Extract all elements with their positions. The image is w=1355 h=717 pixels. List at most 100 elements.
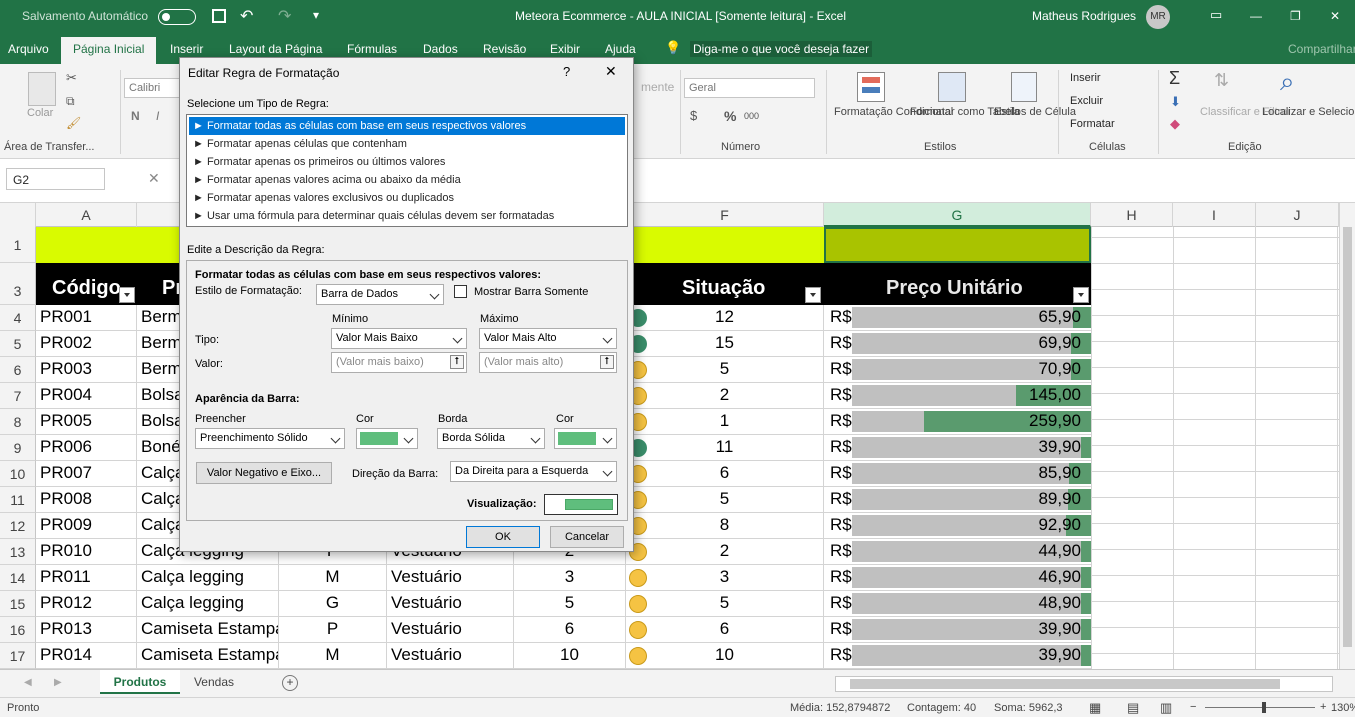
cell-situacao[interactable]: 2: [626, 539, 824, 565]
min-value-input[interactable]: (Valor mais baixo) ⭡: [331, 352, 467, 373]
cell-preco[interactable]: R$ 48,90: [824, 591, 1091, 617]
column-header-j[interactable]: J: [1256, 203, 1339, 227]
name-box[interactable]: G2: [6, 168, 105, 190]
tab-arquivo[interactable]: Arquivo: [8, 42, 49, 56]
cancel-button[interactable]: Cancelar: [550, 526, 624, 548]
page-break-view-icon[interactable]: ▥: [1160, 700, 1172, 716]
rule-type-item[interactable]: ► Formatar apenas células que contenham: [189, 135, 625, 153]
border-type-combo[interactable]: Borda Sólida: [437, 428, 545, 449]
cell-situacao[interactable]: 6: [626, 461, 824, 487]
avatar[interactable]: MR: [1146, 5, 1170, 29]
range-select-icon[interactable]: ⭡: [600, 355, 614, 369]
select-all-corner[interactable]: [0, 203, 36, 227]
sort-filter-button[interactable]: Classificar e Filtrar: [1200, 106, 1291, 118]
cell-tamanho[interactable]: G: [279, 591, 387, 617]
min-type-combo[interactable]: Valor Mais Baixo: [331, 328, 467, 349]
row-header[interactable]: 12: [0, 513, 36, 539]
format-table-icon[interactable]: [938, 72, 966, 102]
cell-situacao[interactable]: 5: [626, 487, 824, 513]
scroll-thumb[interactable]: [1343, 227, 1352, 647]
conditional-format-button[interactable]: Formatação Condicional: [834, 106, 953, 118]
row-header[interactable]: 1: [0, 227, 36, 263]
scroll-tabs-right-icon[interactable]: ▶: [54, 677, 62, 688]
format-painter-icon[interactable]: 🖌: [66, 116, 81, 130]
percent-button[interactable]: %: [724, 108, 736, 124]
cell-codigo[interactable]: PR004: [36, 383, 137, 409]
zoom-in-icon[interactable]: +: [1320, 701, 1326, 713]
close-icon[interactable]: ✕: [605, 63, 617, 80]
cell-tamanho[interactable]: P: [279, 617, 387, 643]
rule-type-list[interactable]: ► Formatar todas as células com base em …: [186, 114, 628, 227]
search-icon[interactable]: ⌕: [1280, 66, 1295, 98]
border-color-combo[interactable]: [554, 428, 617, 449]
rule-type-item[interactable]: ► Formatar todas as células com base em …: [189, 117, 625, 135]
cell-situacao[interactable]: 5: [626, 357, 824, 383]
row-header[interactable]: 15: [0, 591, 36, 617]
add-sheet-icon[interactable]: +: [282, 675, 298, 691]
cell-codigo[interactable]: PR013: [36, 617, 137, 643]
column-header-i[interactable]: I: [1173, 203, 1256, 227]
row-header[interactable]: 5: [0, 331, 36, 357]
cell-preco[interactable]: R$ 70,90: [824, 357, 1091, 383]
cell-preco[interactable]: R$ 39,90: [824, 617, 1091, 643]
h-scroll-thumb[interactable]: [850, 679, 1280, 689]
format-style-combo[interactable]: Barra de Dados: [316, 284, 444, 305]
cell-codigo[interactable]: PR002: [36, 331, 137, 357]
delete-cells-button[interactable]: Excluir: [1070, 95, 1103, 107]
share-button[interactable]: Compartilhar: [1288, 42, 1355, 56]
cell-situacao[interactable]: 11: [626, 435, 824, 461]
sheet-tab-produtos[interactable]: Produtos: [100, 670, 180, 694]
range-select-icon[interactable]: ⭡: [450, 355, 464, 369]
cell-categoria[interactable]: Vestuário: [387, 617, 514, 643]
find-select-button[interactable]: Localizar e Selecionar: [1262, 106, 1355, 118]
fill-type-combo[interactable]: Preenchimento Sólido: [195, 428, 345, 449]
normal-view-icon[interactable]: ▦: [1089, 700, 1101, 716]
undo-icon[interactable]: ↶: [240, 6, 253, 26]
cell-preco[interactable]: R$ 92,90: [824, 513, 1091, 539]
cell-produto[interactable]: Camiseta Estampa: [137, 617, 279, 643]
cell-codigo[interactable]: PR008: [36, 487, 137, 513]
cell-preco[interactable]: R$ 65,90: [824, 305, 1091, 331]
tab-formulas[interactable]: Fórmulas: [347, 42, 397, 56]
format-table-button[interactable]: Formatar como Tabela: [910, 106, 1020, 118]
row-header[interactable]: 11: [0, 487, 36, 513]
scroll-tabs-left-icon[interactable]: ◀: [24, 677, 32, 688]
autosave-toggle[interactable]: [158, 9, 196, 25]
tab-dados[interactable]: Dados: [423, 42, 458, 56]
cell-preco[interactable]: R$ 69,90: [824, 331, 1091, 357]
italic-button[interactable]: I: [156, 109, 159, 123]
insert-cells-button[interactable]: Inserir: [1070, 72, 1101, 84]
sheet-tab-vendas[interactable]: Vendas: [180, 670, 248, 694]
row-header[interactable]: 6: [0, 357, 36, 383]
tab-layout[interactable]: Layout da Página: [229, 42, 322, 56]
filter-dropdown-icon[interactable]: [119, 287, 135, 303]
clear-icon[interactable]: ◆: [1170, 116, 1180, 132]
cell-preco[interactable]: R$ 46,90: [824, 565, 1091, 591]
row-header[interactable]: 13: [0, 539, 36, 565]
cell-codigo[interactable]: PR003: [36, 357, 137, 383]
cell-preco[interactable]: R$ 89,90: [824, 487, 1091, 513]
rule-type-item[interactable]: ► Formatar apenas os primeiros ou último…: [189, 153, 625, 171]
cell-situacao[interactable]: 15: [626, 331, 824, 357]
cell-preco[interactable]: R$ 85,90: [824, 461, 1091, 487]
close-window-icon[interactable]: ✕: [1330, 9, 1340, 23]
filter-dropdown-icon[interactable]: [1073, 287, 1089, 303]
fill-icon[interactable]: ⬇: [1170, 94, 1181, 110]
cell-quantidade[interactable]: 3: [514, 565, 626, 591]
cell-categoria[interactable]: Vestuário: [387, 591, 514, 617]
paste-icon[interactable]: [28, 72, 56, 106]
tab-ajuda[interactable]: Ajuda: [605, 42, 636, 56]
sort-filter-icon[interactable]: ⇅: [1214, 70, 1229, 91]
save-icon[interactable]: [212, 9, 226, 23]
rule-type-item[interactable]: ► Formatar apenas valores acima ou abaix…: [189, 171, 625, 189]
paste-button[interactable]: Colar: [27, 107, 53, 119]
cell-situacao[interactable]: 12: [626, 305, 824, 331]
cell-codigo[interactable]: PR012: [36, 591, 137, 617]
tell-me-input[interactable]: Diga-me o que você deseja fazer: [690, 41, 873, 57]
thousands-button[interactable]: 000: [744, 111, 759, 121]
format-cells-button[interactable]: Formatar: [1070, 118, 1115, 130]
cell-situacao[interactable]: 2: [626, 383, 824, 409]
cancel-formula-icon[interactable]: ✕: [148, 170, 160, 187]
cell-styles-icon[interactable]: [1011, 72, 1037, 102]
cell-styles-button[interactable]: Estilos de Célula: [994, 106, 1076, 118]
